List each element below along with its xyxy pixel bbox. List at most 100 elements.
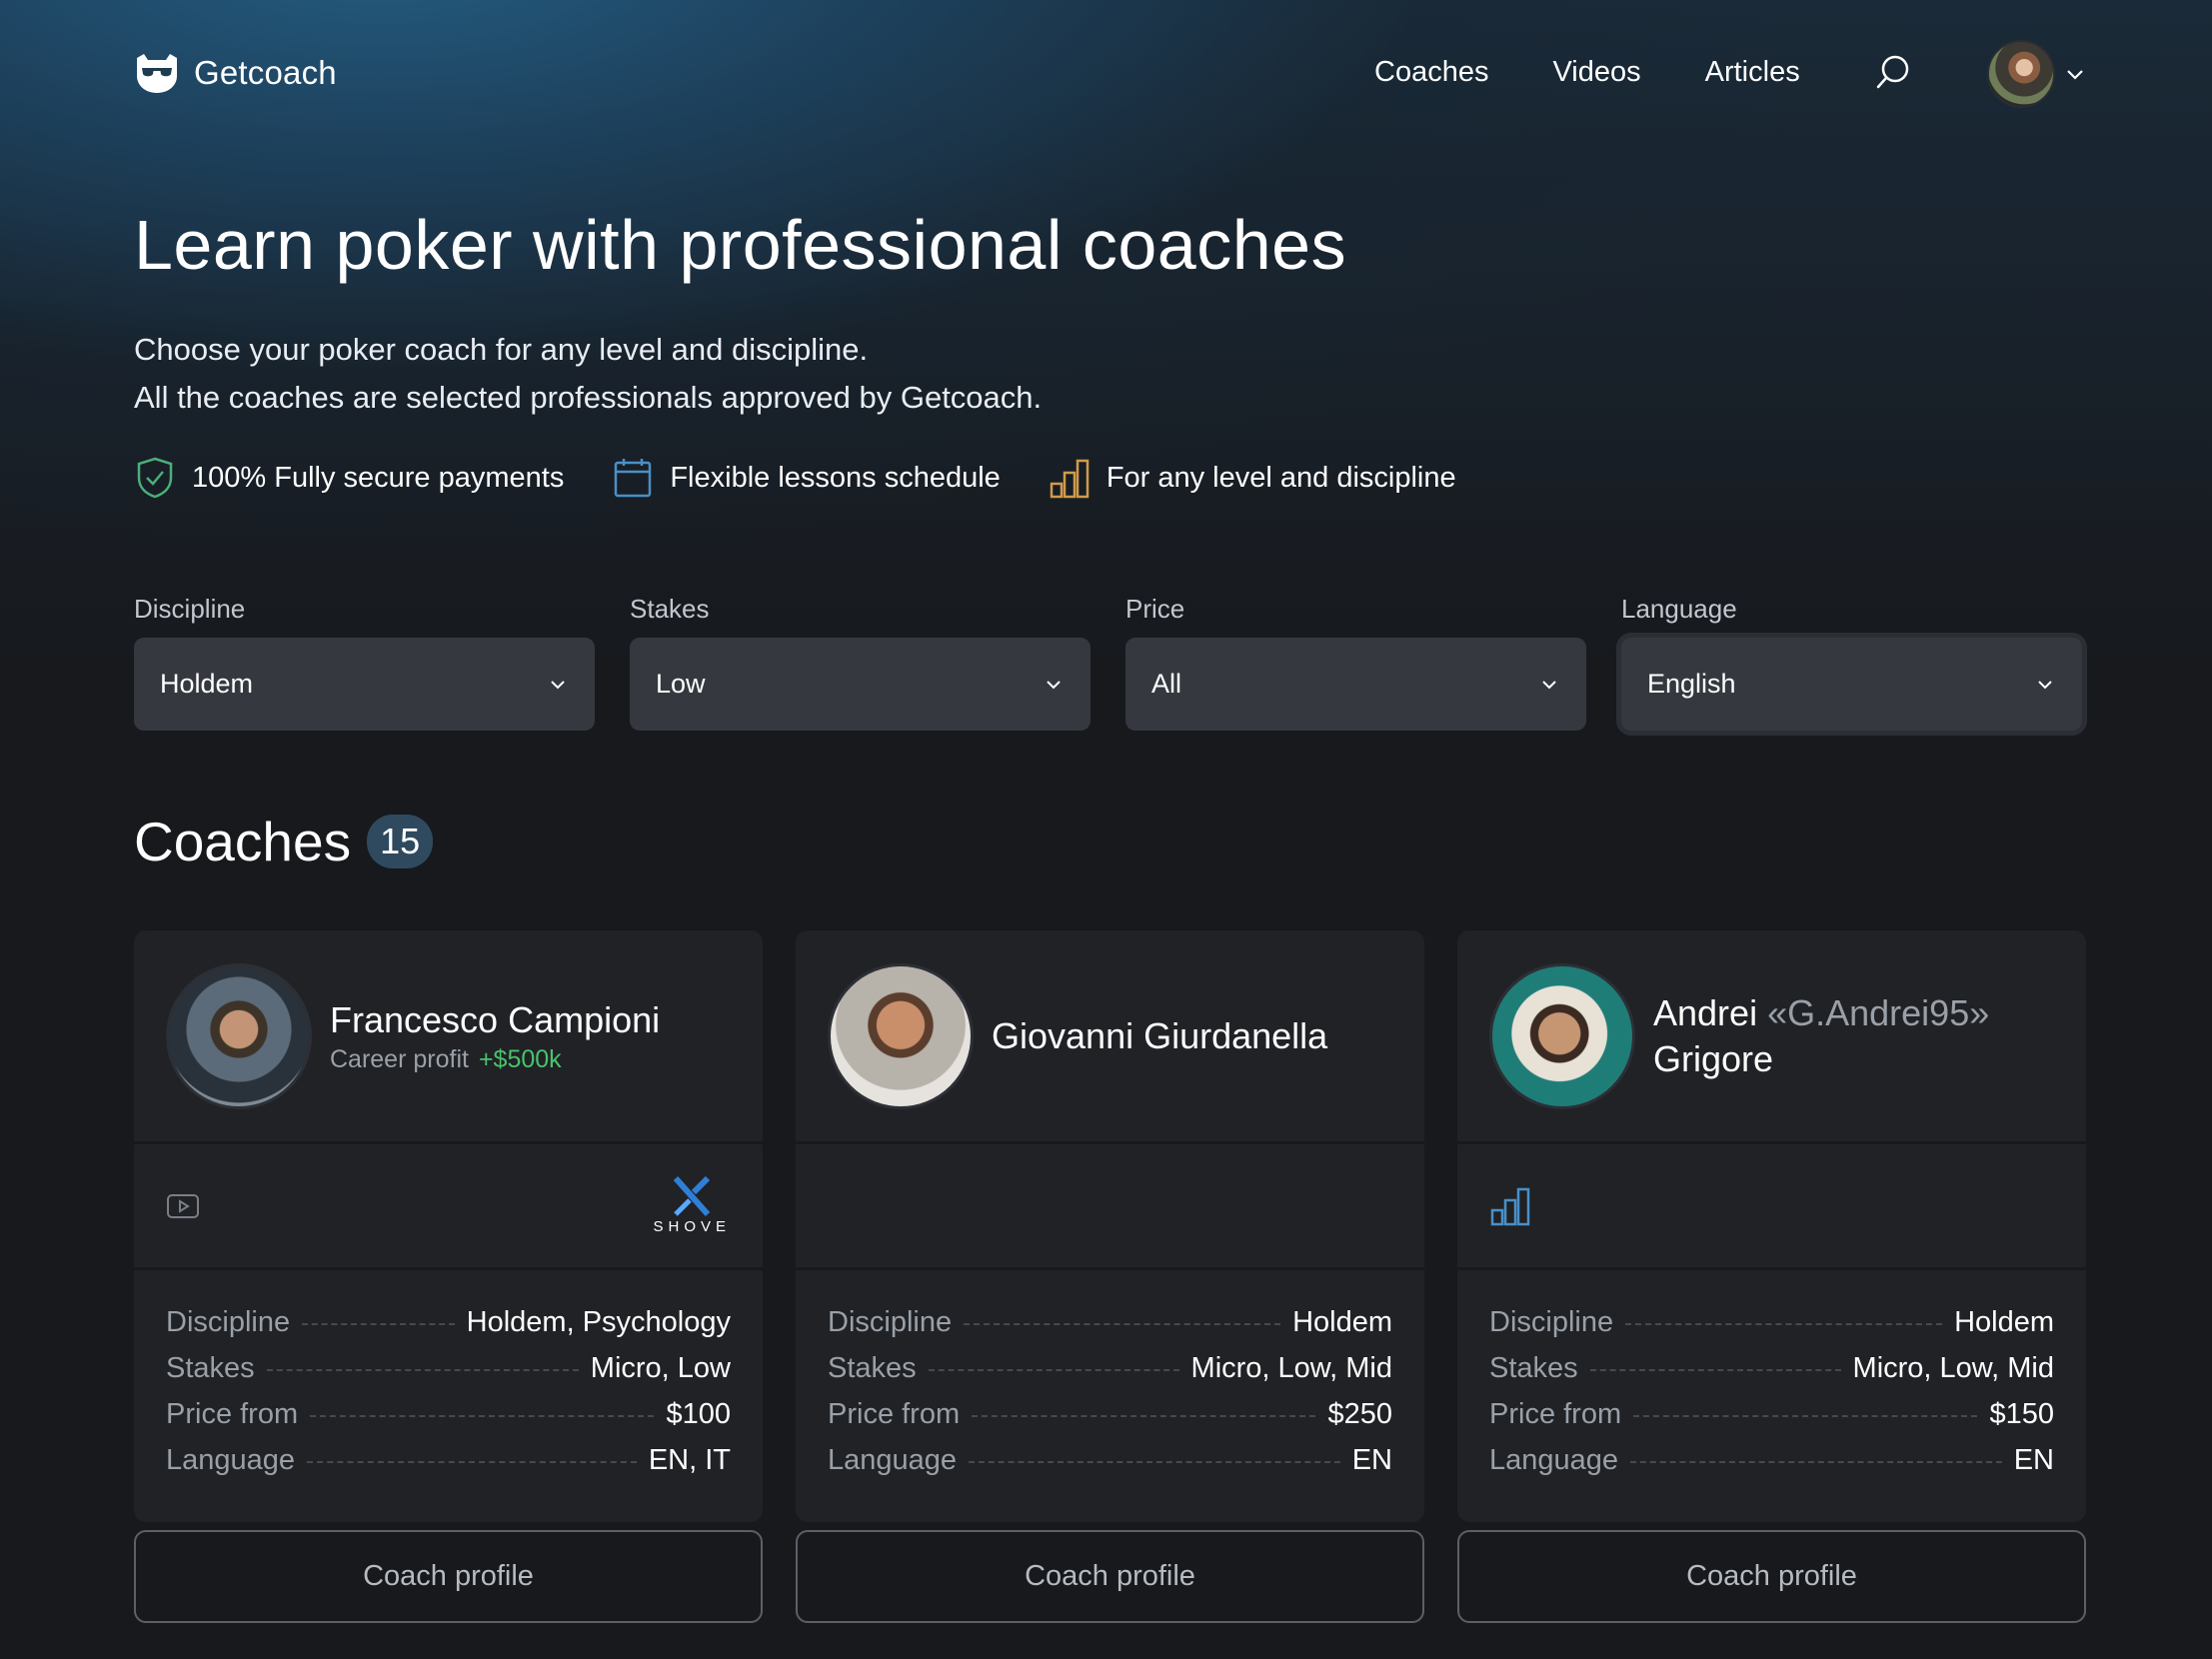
- search-button[interactable]: [1873, 52, 1913, 96]
- filter-label: Stakes: [630, 594, 710, 624]
- detail-value: $250: [1327, 1398, 1392, 1430]
- coach-card-header: Francesco Campioni Career profit +$500k: [134, 930, 763, 1144]
- dotted-leader: [302, 1323, 455, 1325]
- nav-coaches[interactable]: Coaches: [1374, 56, 1488, 89]
- price-select[interactable]: All: [1125, 638, 1586, 731]
- detail-key: Price from: [166, 1398, 299, 1430]
- detail-value: EN: [1351, 1444, 1392, 1476]
- section-title: Coaches: [134, 811, 352, 872]
- career-profit-value: +$500k: [478, 1045, 562, 1073]
- shove-x-icon: [673, 1176, 711, 1216]
- coach-details: Discipline Holdem, Psychology Stakes Micro…: [134, 1270, 763, 1490]
- stakes-select[interactable]: Low: [630, 638, 1091, 731]
- detail-key: Discipline: [1489, 1306, 1614, 1338]
- nav-articles[interactable]: Articles: [1705, 56, 1800, 89]
- detail-key: Stakes: [1489, 1352, 1578, 1384]
- dotted-leader: [266, 1369, 579, 1371]
- filter-label: Language: [1621, 594, 1737, 624]
- coach-card[interactable]: Andrei «G.Andrei95» Grigore Discipline Ho…: [1457, 930, 2086, 1522]
- select-value: All: [1151, 669, 1182, 699]
- chevron-down-icon: [2038, 680, 2052, 689]
- career-profit-label: Career profit: [330, 1045, 469, 1073]
- filter-stakes: Stakes Low: [630, 594, 1091, 731]
- detail-value: Micro, Low, Mid: [1852, 1352, 2054, 1384]
- coach-info: Andrei «G.Andrei95» Grigore: [1653, 990, 1989, 1082]
- coach-first-name: Andrei: [1653, 991, 1758, 1033]
- detail-row: Language EN, IT: [166, 1444, 731, 1490]
- detail-row: Discipline Holdem, Psychology: [166, 1306, 731, 1352]
- logo[interactable]: Getcoach: [134, 52, 337, 94]
- detail-key: Discipline: [166, 1306, 291, 1338]
- dotted-leader: [310, 1415, 655, 1417]
- feature-label: Flexible lessons schedule: [670, 461, 1001, 494]
- user-menu[interactable]: [1987, 40, 2085, 108]
- select-value: Low: [656, 669, 706, 699]
- avatar: [1987, 40, 2055, 108]
- coach-card-badges: [796, 1144, 1424, 1270]
- coach-card-column: Andrei «G.Andrei95» Grigore Discipline Ho…: [1457, 930, 2086, 1623]
- coach-nickname: «G.Andrei95»: [1767, 991, 1990, 1033]
- page: Getcoach Coaches Videos Articles Learn p…: [0, 0, 2212, 1659]
- coach-profile-button[interactable]: Coach profile: [1457, 1530, 2086, 1623]
- dotted-leader: [964, 1323, 1281, 1325]
- detail-row: Price from $150: [1489, 1398, 2054, 1444]
- coach-name: Giovanni Giurdanella: [992, 1014, 1328, 1056]
- dotted-leader: [1625, 1323, 1943, 1325]
- coach-card-column: Francesco Campioni Career profit +$500k: [134, 930, 763, 1623]
- coach-card[interactable]: Francesco Campioni Career profit +$500k: [134, 930, 763, 1522]
- dotted-leader: [928, 1369, 1179, 1371]
- select-value: English: [1647, 669, 1736, 699]
- shove-text: SHOVE: [653, 1218, 731, 1235]
- coach-details: Discipline Holdem Stakes Micro, Low, Mid P…: [1457, 1270, 2086, 1490]
- getcoach-logo-icon: [137, 54, 177, 93]
- feature-label: For any level and discipline: [1106, 461, 1456, 494]
- detail-value: EN, IT: [648, 1444, 731, 1476]
- hero-subtitle-line-2: All the coaches are selected professiona…: [134, 380, 1043, 415]
- coach-name: Francesco Campioni: [330, 999, 661, 1040]
- detail-key: Stakes: [166, 1352, 255, 1384]
- coach-card-header: Giovanni Giurdanella: [796, 930, 1424, 1144]
- coach-profile-button[interactable]: Coach profile: [134, 1530, 763, 1623]
- nav-videos[interactable]: Videos: [1552, 56, 1640, 89]
- detail-key: Language: [828, 1444, 958, 1476]
- detail-value: Micro, Low: [590, 1352, 731, 1384]
- detail-key: Price from: [828, 1398, 961, 1430]
- coaches-heading: Coaches 15: [134, 810, 434, 873]
- feature-list: 100% Fully secure payments Flexible less…: [134, 456, 1456, 500]
- detail-row: Stakes Micro, Low: [166, 1352, 731, 1398]
- detail-value: $100: [666, 1398, 731, 1430]
- feature-flexible-schedule: Flexible lessons schedule: [612, 456, 1001, 500]
- coach-name: Andrei «G.Andrei95»: [1653, 990, 1989, 1036]
- discipline-select[interactable]: Holdem: [134, 638, 595, 731]
- filter-discipline: Discipline Holdem: [134, 594, 595, 731]
- detail-row: Stakes Micro, Low, Mid: [828, 1352, 1392, 1398]
- detail-row: Discipline Holdem: [1489, 1306, 2054, 1352]
- detail-value: Holdem: [1954, 1306, 2054, 1338]
- detail-row: Price from $100: [166, 1398, 731, 1444]
- filter-label: Price: [1125, 594, 1185, 624]
- coach-last-name: Grigore: [1653, 1037, 1774, 1079]
- detail-key: Language: [166, 1444, 296, 1476]
- dotted-leader: [969, 1461, 1340, 1463]
- search-icon: [1876, 55, 1909, 89]
- video-play-icon[interactable]: [166, 1192, 200, 1220]
- coach-card-badges: [1457, 1144, 2086, 1270]
- chevron-down-icon: [2067, 70, 2083, 80]
- select-value: Holdem: [160, 669, 254, 699]
- detail-value: EN: [2013, 1444, 2054, 1476]
- hero-subtitle-line-1: Choose your poker coach for any level an…: [134, 332, 869, 367]
- language-select[interactable]: English: [1621, 638, 2082, 731]
- feature-label: 100% Fully secure payments: [192, 461, 565, 494]
- filter-price: Price All: [1125, 594, 1586, 731]
- career-profit: Career profit +$500k: [330, 1045, 660, 1074]
- filters-bar: Discipline Holdem Stakes Low Price All L…: [134, 594, 2082, 731]
- detail-row: Discipline Holdem: [828, 1306, 1392, 1352]
- hero-subtitle: Choose your poker coach for any level an…: [134, 326, 1042, 422]
- detail-key: Language: [1489, 1444, 1619, 1476]
- detail-value: Holdem: [1292, 1306, 1392, 1338]
- coach-card-header: Andrei «G.Andrei95» Grigore: [1457, 930, 2086, 1144]
- coach-card-column: Giovanni Giurdanella Discipline Holdem St…: [796, 930, 1424, 1623]
- dotted-leader: [307, 1461, 637, 1463]
- coach-card[interactable]: Giovanni Giurdanella Discipline Holdem St…: [796, 930, 1424, 1522]
- coach-profile-button[interactable]: Coach profile: [796, 1530, 1424, 1623]
